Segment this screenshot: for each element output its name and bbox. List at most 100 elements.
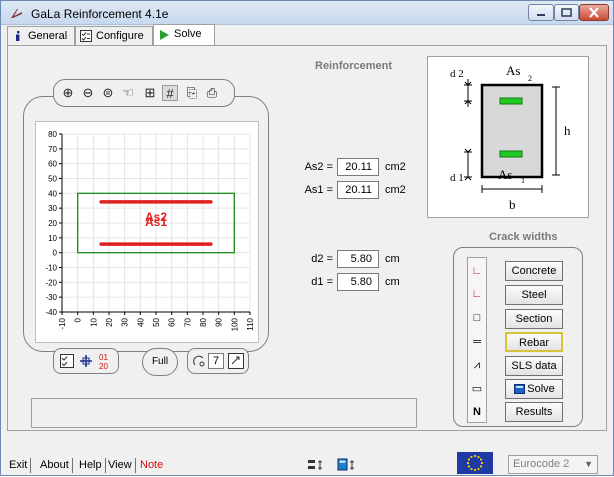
as1-diagram-label: As	[498, 167, 512, 182]
x-tick-label: 20	[105, 317, 114, 326]
n-icon: N	[473, 406, 481, 418]
concrete-icon: ∟	[471, 265, 483, 277]
rebar-icon: ═	[473, 336, 481, 348]
plot-canvas: 80706050403020100-10-20-30-40-10 0 10 20 30 4…	[45, 130, 255, 331]
minimize-icon	[537, 14, 545, 16]
section-icon: □	[473, 312, 481, 324]
maximize-button[interactable]	[554, 4, 579, 21]
eu-star	[467, 465, 471, 468]
y-tick-label: 30	[48, 204, 57, 213]
solve-button[interactable]: Solve	[505, 379, 563, 399]
step-group: 7	[187, 348, 249, 374]
section-diagram: d 2 d 1 As 2 As 1 h b	[427, 56, 589, 218]
eu-star	[473, 454, 477, 458]
exit-button[interactable]: Exit	[6, 458, 32, 473]
solve-button-label: Solve	[527, 383, 555, 395]
rebar-label-as1: As1	[145, 215, 167, 229]
eu-star	[470, 455, 473, 459]
close-icon	[589, 7, 599, 18]
print-icon[interactable]: ⎙	[204, 85, 220, 101]
as1-field[interactable]: 20.11	[337, 181, 379, 199]
d1-field[interactable]: 5.80	[337, 273, 379, 291]
d2-field[interactable]: 5.80	[337, 250, 379, 268]
tab-solve[interactable]: Solve	[153, 24, 215, 46]
step-value-field[interactable]: 7	[208, 353, 224, 369]
sls-icon: ⩘	[473, 359, 481, 371]
reinforcement-title: Reinforcement	[315, 60, 393, 72]
sls-data-button[interactable]: SLS data	[505, 356, 563, 376]
x-tick-label: 90	[215, 317, 224, 326]
section-plot: 80 70 60 50 40 30 20 10 0 -10 -20 -30 -40 -10 0 10 20 30 4…	[35, 121, 259, 343]
tab-solve-label: Solve	[174, 28, 202, 40]
eu-star	[480, 461, 484, 465]
zoom-in-icon[interactable]: ⊕	[60, 85, 76, 101]
x-tick-label: 80	[199, 317, 208, 326]
x-tick-label: 100	[230, 317, 239, 331]
window-title: GaLa Reinforcement 4.1e	[31, 7, 169, 21]
eu-star	[470, 467, 473, 471]
tree-view-icon[interactable]	[307, 458, 327, 472]
eu-star	[466, 461, 470, 465]
eu-flag-icon	[457, 452, 493, 474]
as2-diagram-label: As	[506, 63, 520, 78]
x-tick-label: 70	[183, 317, 192, 326]
x-tick-label: 60	[168, 317, 177, 326]
y-tick-label: -10	[45, 264, 57, 273]
checklist-icon	[80, 30, 92, 42]
eu-star	[477, 467, 480, 471]
tab-configure[interactable]: Configure	[75, 26, 153, 46]
as2-diagram-sub: 2	[528, 74, 532, 83]
footer: Exit About Help View Note Eurocode 2 ▼	[1, 431, 613, 476]
y-tick-label: 70	[48, 145, 57, 154]
section-button[interactable]: Section	[505, 309, 563, 329]
eu-stars	[466, 454, 484, 472]
spin-icon[interactable]	[228, 353, 244, 369]
rotate-icon[interactable]	[193, 355, 205, 367]
as2-label: As2 =	[304, 161, 333, 173]
y-tick-label: -20	[45, 278, 57, 287]
view-button[interactable]: View	[105, 458, 136, 473]
axes-icon[interactable]	[79, 354, 93, 368]
d1-label: d1 =	[311, 276, 333, 288]
zoom-out-icon[interactable]: ⊖	[80, 85, 96, 101]
fit-view-icon[interactable]: ⊞	[142, 85, 158, 101]
numbering-icon[interactable]: 0120	[98, 352, 116, 370]
calculator-tree-icon[interactable]	[337, 458, 357, 472]
solve-icon: ▭	[471, 383, 483, 395]
d2-unit: cm	[385, 253, 400, 265]
zoom-window-icon[interactable]: ⊜	[100, 85, 116, 101]
steel-icon: ∟	[471, 288, 483, 300]
checklist-icon[interactable]	[60, 354, 74, 368]
section-diagram-canvas: d 2 d 1 As 2 As 1 h b	[450, 63, 571, 212]
grid-toggle-icon[interactable]: #	[162, 85, 178, 101]
d1-diagram-label: d 1	[450, 172, 464, 184]
chart-toolbar: ⊕ ⊖ ⊜ ☜ ⊞ # ⎘ ⎙	[53, 79, 235, 107]
calculator-icon	[514, 384, 525, 394]
close-button[interactable]	[579, 4, 609, 21]
svg-text:01: 01	[99, 353, 108, 362]
pan-icon[interactable]: ☜	[120, 85, 136, 101]
bottom-rebar	[499, 150, 523, 158]
minimize-button[interactable]	[528, 4, 554, 21]
steel-button[interactable]: Steel	[505, 285, 563, 305]
as2-unit: cm2	[385, 161, 406, 173]
y-tick-label: -40	[45, 308, 57, 317]
full-view-button[interactable]: Full	[142, 348, 178, 376]
about-button[interactable]: About	[37, 458, 73, 473]
as1-diagram-sub: 1	[521, 176, 525, 185]
results-button[interactable]: Results	[505, 402, 563, 422]
rebar-button[interactable]: Rebar	[505, 332, 563, 352]
as2-field[interactable]: 20.11	[337, 158, 379, 176]
top-rebar	[499, 97, 523, 105]
y-tick-label: 20	[48, 219, 57, 228]
svg-text:20: 20	[99, 362, 108, 370]
note-button[interactable]: Note	[137, 458, 166, 473]
title-bar: GaLa Reinforcement 4.1e	[1, 1, 613, 25]
concrete-button[interactable]: Concrete	[505, 261, 563, 281]
y-tick-label: 0	[53, 249, 58, 258]
help-button[interactable]: Help	[76, 458, 106, 473]
copy-icon[interactable]: ⎘	[184, 85, 200, 101]
eurocode-select[interactable]: Eurocode 2 ▼	[508, 455, 598, 474]
d1-unit: cm	[385, 276, 400, 288]
tab-general[interactable]: General	[7, 26, 75, 46]
